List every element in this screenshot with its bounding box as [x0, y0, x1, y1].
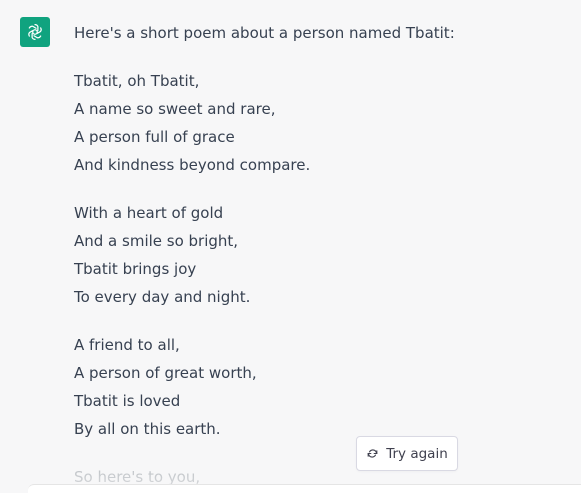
poem-stanza: A friend to all, A person of great worth…: [74, 331, 554, 443]
openai-logo-icon: [28, 24, 42, 40]
poem-line: And kindness beyond compare.: [74, 156, 311, 174]
poem-line: A name so sweet and rare,: [74, 100, 276, 118]
poem-line: A person full of grace: [74, 128, 235, 146]
try-again-button[interactable]: Try again: [356, 436, 458, 471]
message-intro: Here's a short poem about a person named…: [74, 24, 455, 42]
poem-stanza: Tbatit, oh Tbatit, A name so sweet and r…: [74, 67, 554, 179]
poem-line: By all on this earth.: [74, 420, 221, 438]
assistant-avatar: [20, 17, 50, 47]
message-content: Here's a short poem about a person named…: [74, 19, 554, 491]
poem-line: To every day and night.: [74, 288, 251, 306]
composer-edge: [28, 484, 581, 493]
poem-line: With a heart of gold: [74, 204, 224, 222]
poem-line: Tbatit brings joy: [74, 260, 197, 278]
try-again-label: Try again: [386, 445, 448, 462]
assistant-message: Here's a short poem about a person named…: [0, 0, 581, 487]
poem-line: A person of great worth,: [74, 364, 257, 382]
poem-line: And a smile so bright,: [74, 232, 239, 250]
poem-stanza: With a heart of gold And a smile so brig…: [74, 199, 554, 311]
poem-line: Tbatit is loved: [74, 392, 181, 410]
poem-line: Tbatit, oh Tbatit,: [74, 72, 200, 90]
refresh-icon: [367, 449, 378, 458]
poem-line: A friend to all,: [74, 336, 180, 354]
